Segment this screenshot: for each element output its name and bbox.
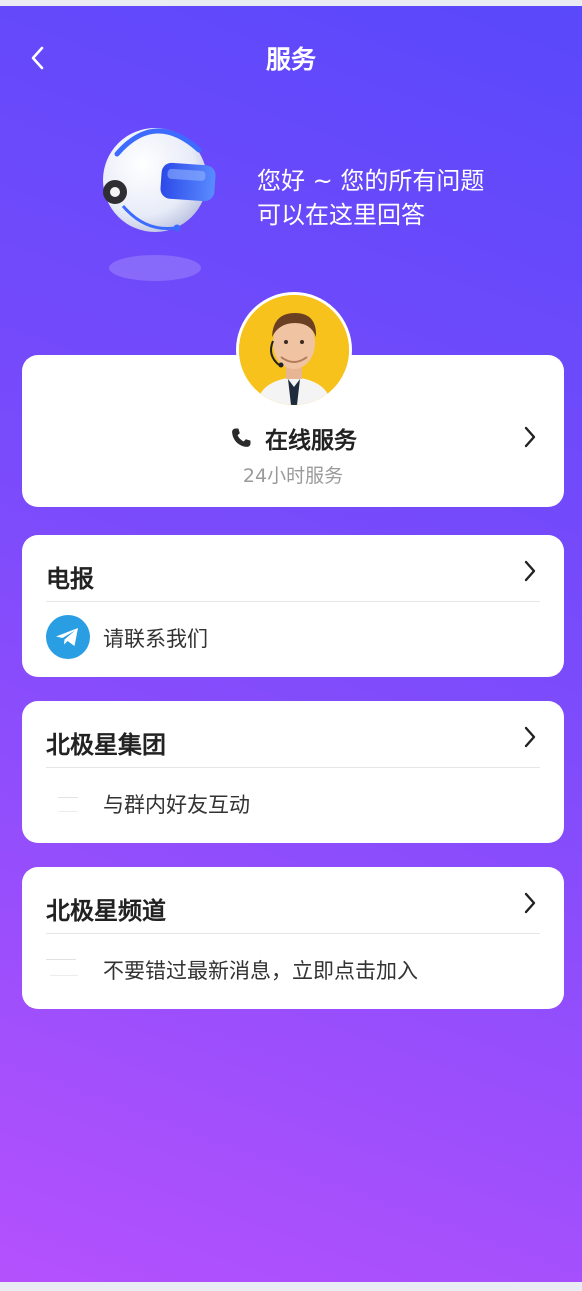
- divider: [46, 767, 540, 768]
- section-title: 北极星集团: [46, 731, 166, 759]
- online-service-title-row: 在线服务: [22, 421, 564, 455]
- headset-robot-icon: [103, 128, 216, 281]
- phone-icon: [232, 428, 251, 447]
- online-service-subtitle: 24小时服务: [242, 465, 344, 487]
- online-service-title: 在线服务: [265, 428, 357, 454]
- section-title: 北极星频道: [46, 897, 166, 925]
- bottom-bar: [0, 1282, 582, 1291]
- channel-card[interactable]: 北极星频道 不要错过最新消息，立即点击加入: [22, 867, 564, 1009]
- section-text: 与群内好友互动: [103, 793, 250, 817]
- header: 服务: [0, 6, 582, 106]
- telegram-card[interactable]: 电报 请联系我们: [22, 535, 564, 677]
- telegram-icon: [46, 615, 90, 659]
- section-title: 电报: [46, 565, 94, 593]
- agent-avatar: [236, 292, 352, 408]
- hero-line-1: 您好 ~ 您的所有问题: [257, 167, 485, 195]
- section-text: 不要错过最新消息，立即点击加入: [103, 959, 418, 983]
- page-title: 服务: [265, 45, 316, 74]
- group-card[interactable]: 北极星集团 与群内好友互动: [22, 701, 564, 843]
- group-icon: [58, 797, 78, 812]
- section-text: 请联系我们: [103, 627, 208, 651]
- chevron-right-icon: [524, 426, 536, 448]
- chevron-right-icon: [524, 726, 536, 748]
- divider: [46, 933, 540, 934]
- chevron-right-icon: [524, 560, 536, 582]
- hero-message: 您好 ~ 您的所有问题 可以在这里回答: [257, 164, 557, 232]
- service-screen: 服务 您好 ~ 您的所有问题 可以在这里回答 在线服务 24小时服务 电报 请联…: [0, 6, 582, 1282]
- chevron-right-icon: [524, 892, 536, 914]
- channel-icon: [46, 959, 78, 976]
- divider: [46, 601, 540, 602]
- hero-line-2: 可以在这里回答: [257, 201, 425, 229]
